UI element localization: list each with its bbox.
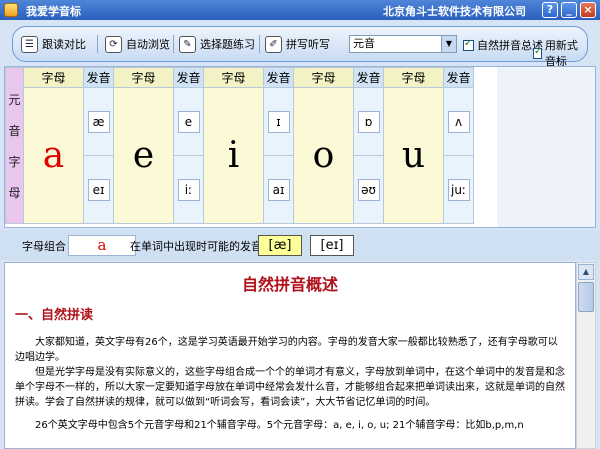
- header-letter: 字母: [383, 67, 444, 88]
- scroll-up-icon[interactable]: ▲: [578, 264, 594, 280]
- sound-button[interactable]: əʊ: [357, 178, 380, 201]
- category-select[interactable]: 元音 ▼: [349, 35, 457, 53]
- sound-cell: e: [173, 87, 204, 156]
- quiz-icon: ✎: [179, 35, 196, 53]
- scroll-thumb[interactable]: [578, 282, 594, 312]
- sound-button[interactable]: aɪ: [267, 178, 290, 201]
- header-letter: 字母: [23, 67, 84, 88]
- auto-browse-icon: ⟳: [105, 35, 122, 53]
- sound-button[interactable]: iː: [177, 178, 200, 201]
- header-sound: 发音: [83, 67, 114, 88]
- combo-sound-button[interactable]: [eɪ]: [310, 235, 354, 256]
- header-sound: 发音: [263, 67, 294, 88]
- close-button[interactable]: ×: [580, 2, 596, 18]
- dictation-button[interactable]: ✐ 拼写听写: [265, 33, 330, 55]
- category-select-value: 元音: [353, 37, 375, 50]
- article-paragraph: 26个英文字母中包含5个元音字母和21个辅音字母。5个元音字母：a, e, i,…: [35, 420, 524, 431]
- new-phonetics-checkbox[interactable]: 用新式音标: [533, 37, 587, 69]
- sound-cell: eɪ: [83, 155, 114, 224]
- sound-cell: iː: [173, 155, 204, 224]
- article-title: 自然拼音概述: [241, 275, 338, 294]
- title-bar: 我爱学音标 北京角斗士软件技术有限公司 ? _ ×: [0, 0, 600, 20]
- vowel-grid: 元 音 字 母 字母 发音 字母 发音 字母 发音 字母 发音 字母 发音 a …: [4, 66, 596, 228]
- side-label: 元 音 字 母: [5, 67, 24, 224]
- combo-hint: 在单词中出现时可能的发音:: [130, 240, 266, 253]
- letter-o[interactable]: o: [293, 87, 354, 224]
- header-letter: 字母: [113, 67, 174, 88]
- toolbar: ☰ 跟读对比 ⟳ 自动浏览 ✎ 选择题练习 ✐ 拼写听写 元音 ▼ 自然拼音总述…: [12, 26, 588, 68]
- toolbar-separator: [97, 35, 98, 53]
- sound-cell: ɪ: [263, 87, 294, 156]
- vertical-scrollbar[interactable]: ▲: [576, 262, 596, 449]
- letter-e[interactable]: e: [113, 87, 174, 224]
- letter-combination-bar: 字母组合 a 在单词中出现时可能的发音: [æ] [eɪ]: [0, 230, 600, 260]
- sound-cell: ɒ: [353, 87, 384, 156]
- checkbox-checked-icon[interactable]: [533, 46, 542, 59]
- sound-button[interactable]: ɪ: [267, 110, 290, 133]
- article-paragraph: 大家都知道，英文字母有26个，这是学习英语最开始学习的内容。字母的发音大家一般都…: [15, 337, 558, 363]
- read-along-icon: ☰: [21, 35, 38, 53]
- quiz-button[interactable]: ✎ 选择题练习: [179, 33, 255, 55]
- sound-cell: ʌ: [443, 87, 474, 156]
- minimize-button[interactable]: _: [561, 2, 577, 18]
- auto-browse-label: 自动浏览: [126, 38, 170, 51]
- sound-button[interactable]: ɒ: [357, 110, 380, 133]
- letter-u[interactable]: u: [383, 87, 444, 224]
- article-panel: 自然拼音概述 一、自然拼读 大家都知道，英文字母有26个，这是学习英语最开始学习…: [4, 262, 576, 449]
- auto-browse-button[interactable]: ⟳ 自动浏览: [105, 33, 170, 55]
- toolbar-separator: [173, 35, 174, 53]
- sound-button[interactable]: ʌ: [447, 110, 470, 133]
- dictation-label: 拼写听写: [286, 38, 330, 51]
- app-icon: [4, 3, 18, 17]
- sound-cell: əʊ: [353, 155, 384, 224]
- toolbar-separator: [259, 35, 260, 53]
- sound-button[interactable]: eɪ: [87, 178, 110, 201]
- combo-value: a: [68, 235, 136, 256]
- header-sound: 发音: [353, 67, 384, 88]
- help-button[interactable]: ?: [542, 2, 558, 18]
- sound-button[interactable]: juː: [447, 178, 470, 201]
- section-heading: 一、自然拼读: [15, 308, 94, 323]
- header-sound: 发音: [443, 67, 474, 88]
- article-paragraph: 但是光学字母是没有实际意义的，这些字母组合成一个个的单词才有意义，字母放到单词中…: [15, 367, 565, 408]
- combo-sound-button[interactable]: [æ]: [258, 235, 302, 256]
- read-along-button[interactable]: ☰ 跟读对比: [21, 33, 86, 55]
- window-title: 我爱学音标: [26, 5, 81, 18]
- header-sound: 发音: [173, 67, 204, 88]
- sound-cell: æ: [83, 87, 114, 156]
- header-letter: 字母: [293, 67, 354, 88]
- sound-button[interactable]: e: [177, 110, 200, 133]
- letter-a[interactable]: a: [23, 87, 84, 224]
- header-letter: 字母: [203, 67, 264, 88]
- checkbox-checked-icon[interactable]: [463, 38, 474, 51]
- new-phonetics-label: 用新式音标: [544, 39, 578, 68]
- combo-label: 字母组合: [22, 240, 66, 253]
- quiz-label: 选择题练习: [200, 38, 255, 51]
- sound-cell: juː: [443, 155, 474, 224]
- sound-cell: aɪ: [263, 155, 294, 224]
- company-name: 北京角斗士软件技术有限公司: [383, 5, 526, 18]
- read-along-label: 跟读对比: [42, 38, 86, 51]
- sound-button[interactable]: æ: [87, 110, 110, 133]
- grid-empty-area: [497, 67, 595, 227]
- letter-i[interactable]: i: [203, 87, 264, 224]
- dictation-icon: ✐: [265, 35, 282, 53]
- natural-phonics-checkbox[interactable]: 自然拼音总述: [463, 37, 543, 53]
- chevron-down-icon[interactable]: ▼: [441, 36, 456, 52]
